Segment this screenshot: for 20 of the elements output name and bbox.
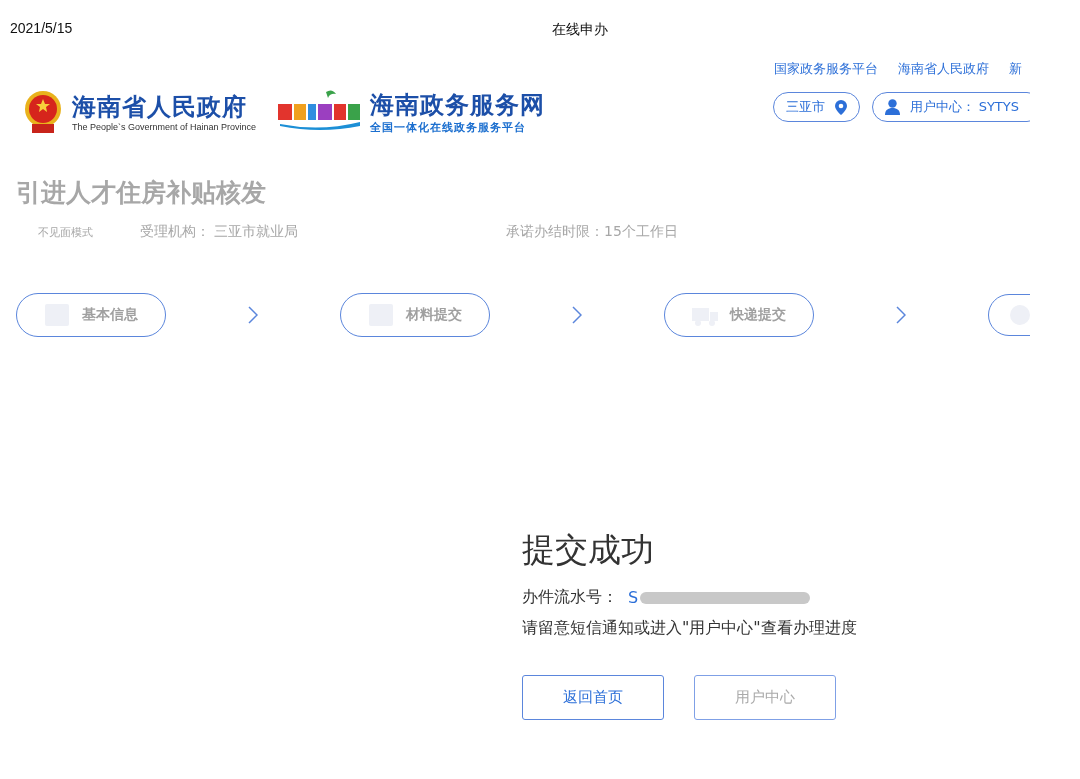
nav-link[interactable]: 海南省人民政府 <box>898 60 989 78</box>
city-selector[interactable]: 三亚市 <box>772 92 860 122</box>
notice-text: 请留意短信通知或进入"用户中心"查看办理进度 <box>522 618 857 639</box>
nav-link[interactable]: 新 <box>1009 60 1022 78</box>
service-mode: 不见面模式 <box>38 224 94 240</box>
success-title: 提交成功 <box>522 529 655 571</box>
page-title: 在线申办 <box>552 21 608 39</box>
nav-link[interactable]: 国家政务服务平台 <box>774 60 878 78</box>
serial-label: 办件流水号： <box>522 587 618 608</box>
logo-title: 海南省人民政府 <box>72 92 248 122</box>
serial-number: S <box>628 588 639 607</box>
agency-text: 受理机构： 三亚市就业局 <box>140 223 300 241</box>
logo-title: 海南政务服务网 <box>370 89 546 120</box>
logo-subtitle: 全国一体化在线政务服务平台 <box>370 119 528 135</box>
action-button[interactable]: 返回首页 <box>522 675 664 720</box>
logo-subtitle: The People`s Government of Hainan Province <box>72 122 257 132</box>
user-center-button[interactable]: 用户中心： SYTYS <box>871 92 1030 122</box>
service-title: 引进人才住房补贴核发 <box>16 177 267 209</box>
print-date: 2021/5/15 <box>10 20 73 36</box>
time-limit-text: 承诺办结时限：15个工作日 <box>506 223 678 241</box>
